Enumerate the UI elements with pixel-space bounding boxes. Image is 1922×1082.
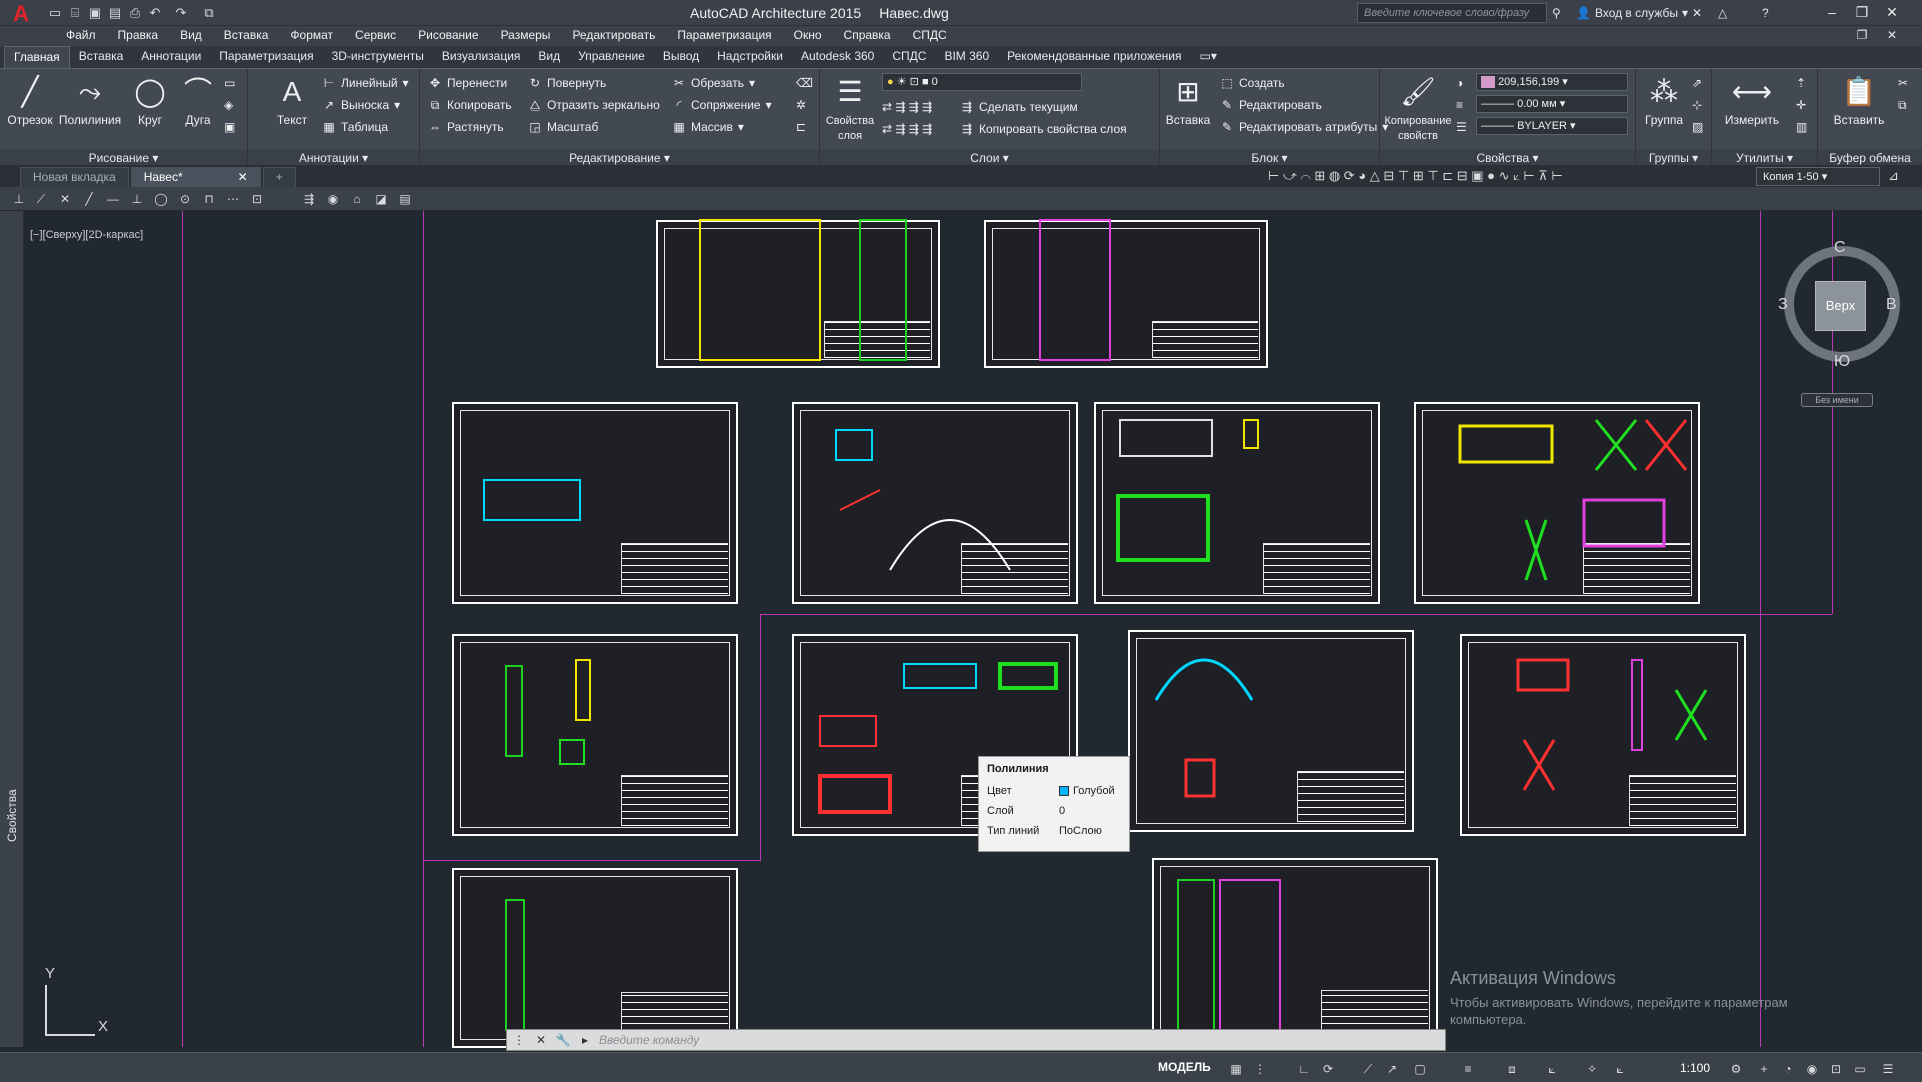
tooltip-value-text: Голубой [1073, 785, 1115, 797]
object-rollover-tooltip: Полилиния Цвет Голубой Слой 0 Тип линий ПоС… [978, 756, 1130, 852]
status-bar: МОДЕЛЬ ▦ ⋮ ∟ ⟳ ⟋ ↗ ▢ ≡ ⧈ ⟀ ✧ ⟀ 1:100 ⚙ +… [0, 1052, 1922, 1082]
object-snap-icon[interactable]: ▢ [1412, 1061, 1428, 1077]
autoscale-icon[interactable]: ⟀ [1612, 1061, 1628, 1077]
spec-table-green-2 [1177, 879, 1215, 1031]
base-red [818, 774, 892, 814]
brace-red [1644, 419, 1688, 471]
spec-table-green [859, 219, 907, 361]
spec-table-magenta-2 [1219, 879, 1281, 1031]
brace-green [1594, 419, 1638, 471]
spec-table-magenta [1039, 219, 1111, 361]
tooltip-value: ПоСлою [1059, 825, 1102, 837]
compass-east[interactable]: В [1886, 296, 1897, 314]
frame-green-2 [998, 662, 1058, 690]
truss-white [1119, 419, 1213, 457]
grip-icon[interactable]: ⋮ [511, 1033, 527, 1047]
column-section [505, 665, 523, 757]
hardware-acceleration-icon[interactable]: ◉ [1804, 1061, 1820, 1077]
tooltip-key: Цвет [987, 785, 1012, 797]
tooltip-row: Слой 0 [987, 801, 1121, 821]
tooltip-value: 0 [1059, 805, 1066, 817]
tooltip-title: Полилиния [987, 763, 1049, 775]
tooltip-row: Тип линий ПоСлою [987, 821, 1121, 841]
ucs-menu[interactable]: Без имени [1801, 393, 1873, 407]
command-input[interactable]: Введите команду [599, 1033, 699, 1047]
viewcube-top-face[interactable]: Верх [1815, 281, 1866, 331]
brace-red-3 [1522, 739, 1556, 791]
tooltip-row: Цвет Голубой [987, 781, 1121, 801]
arch-cyan [1154, 658, 1254, 701]
customize-menu-icon[interactable]: ☰ [1880, 1061, 1896, 1077]
ucs-x-axis [45, 1034, 95, 1036]
tooltip-key: Слой [987, 805, 1014, 817]
node-detail-red [839, 489, 881, 511]
grid-icon[interactable]: ▦ [1228, 1061, 1244, 1077]
column-magenta [1631, 659, 1643, 751]
annotation-visibility-icon[interactable]: ✧ [1584, 1061, 1600, 1077]
annotation-scale[interactable]: 1:100 [1680, 1061, 1710, 1075]
command-prompt-icon[interactable]: ▸ [577, 1033, 593, 1047]
workspace-gear-icon[interactable]: ⚙ [1728, 1061, 1744, 1077]
polar-icon[interactable]: ⟳ [1320, 1061, 1336, 1077]
annotation-monitor-icon[interactable]: + [1756, 1061, 1772, 1077]
command-line[interactable]: ⋮ ✕ 🔧 ▸ Введите команду [506, 1029, 1446, 1051]
color-swatch [1059, 786, 1069, 797]
windows-activation-title: Активация Windows [1450, 968, 1616, 988]
frame-red [819, 715, 877, 747]
fullscreen-icon[interactable]: ▭ [1852, 1061, 1868, 1077]
close-icon[interactable]: ✕ [533, 1033, 549, 1047]
tooltip-value: Голубой [1059, 785, 1115, 797]
clean-screen-icon[interactable]: ⊡ [1828, 1061, 1844, 1077]
frame-magenta [1582, 498, 1666, 548]
snap-mode-icon[interactable]: ⋮ [1252, 1061, 1268, 1077]
ucs-x-label: X [98, 1018, 109, 1035]
ucs-y-label: Y [45, 965, 56, 982]
truss-yellow [1458, 424, 1554, 464]
windows-activation-subtitle: Чтобы активировать Windows, перейдите к … [1450, 995, 1788, 1027]
ortho-icon[interactable]: ∟ [1296, 1061, 1312, 1077]
isodraft-icon[interactable]: ⟋ [1360, 1061, 1376, 1077]
isolate-objects-icon[interactable]: ◔ [1780, 1061, 1796, 1077]
beam-plan-cyan [483, 479, 581, 521]
node-detail-cyan [835, 429, 873, 461]
ucs-y-axis [45, 985, 47, 1035]
gizmo-icon[interactable]: ⟀ [1544, 1061, 1560, 1077]
tooltip-key: Тип линий [987, 825, 1040, 837]
brace-green-3 [1674, 689, 1708, 741]
spec-table-yellow [699, 219, 821, 361]
compass-north[interactable]: С [1834, 239, 1846, 257]
wrench-icon[interactable]: 🔧 [555, 1033, 571, 1047]
brace-green-small [1524, 519, 1548, 581]
frame-green [1116, 494, 1210, 562]
model-space-button[interactable]: МОДЕЛЬ [1158, 1060, 1211, 1074]
drawing-geometry [483, 219, 1708, 1031]
object-snap-tracking-icon[interactable]: ↗ [1384, 1061, 1400, 1077]
compass-south[interactable]: Ю [1834, 353, 1850, 371]
lineweight-display-icon[interactable]: ≡ [1460, 1061, 1476, 1077]
column-yellow [1243, 419, 1259, 449]
beam-plan-cyan-2 [903, 663, 977, 689]
column-section-2 [505, 899, 525, 1031]
arch-section [889, 519, 1011, 571]
selection-cycling-icon[interactable]: ⧈ [1504, 1061, 1520, 1077]
plate-green [559, 739, 585, 765]
column-yellow-2 [575, 659, 591, 721]
frame-red-2 [1516, 658, 1570, 692]
compass-west[interactable]: З [1778, 296, 1788, 314]
foundation-red [1184, 758, 1216, 798]
